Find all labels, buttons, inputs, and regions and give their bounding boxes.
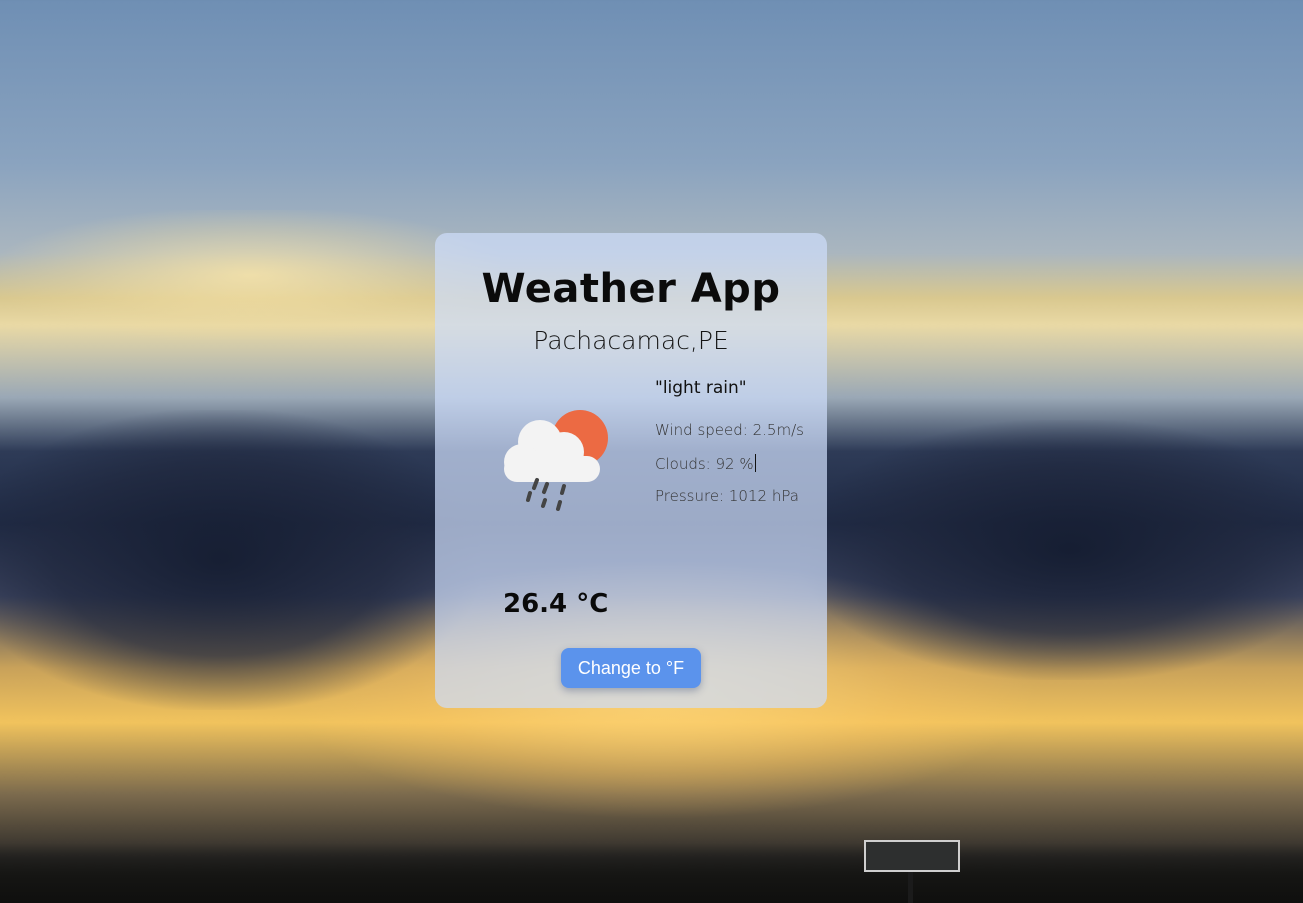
rain-drops [526,478,566,511]
location-label: Pachacamac,PE [533,326,729,355]
background-road-sign [864,840,960,872]
clouds-row: Clouds: 92 % [655,454,756,473]
cloud-sun-rain-icon [504,410,608,511]
clouds-value: Clouds: 92 % [655,455,754,473]
change-unit-button[interactable]: Change to °F [561,648,701,688]
background-cloud-right [800,420,1303,680]
background-cloud-left [0,410,480,710]
app-title: Weather App [481,266,781,312]
pressure-value: Pressure: 1012 hPa [655,487,799,505]
temperature-value: 26.4 °C [503,589,609,619]
weather-description: "light rain" [655,378,747,398]
background-sign-post [908,872,913,903]
background-treeline [0,843,1303,903]
text-caret [754,454,756,472]
wind-speed: Wind speed: 2.5m/s [655,421,804,439]
